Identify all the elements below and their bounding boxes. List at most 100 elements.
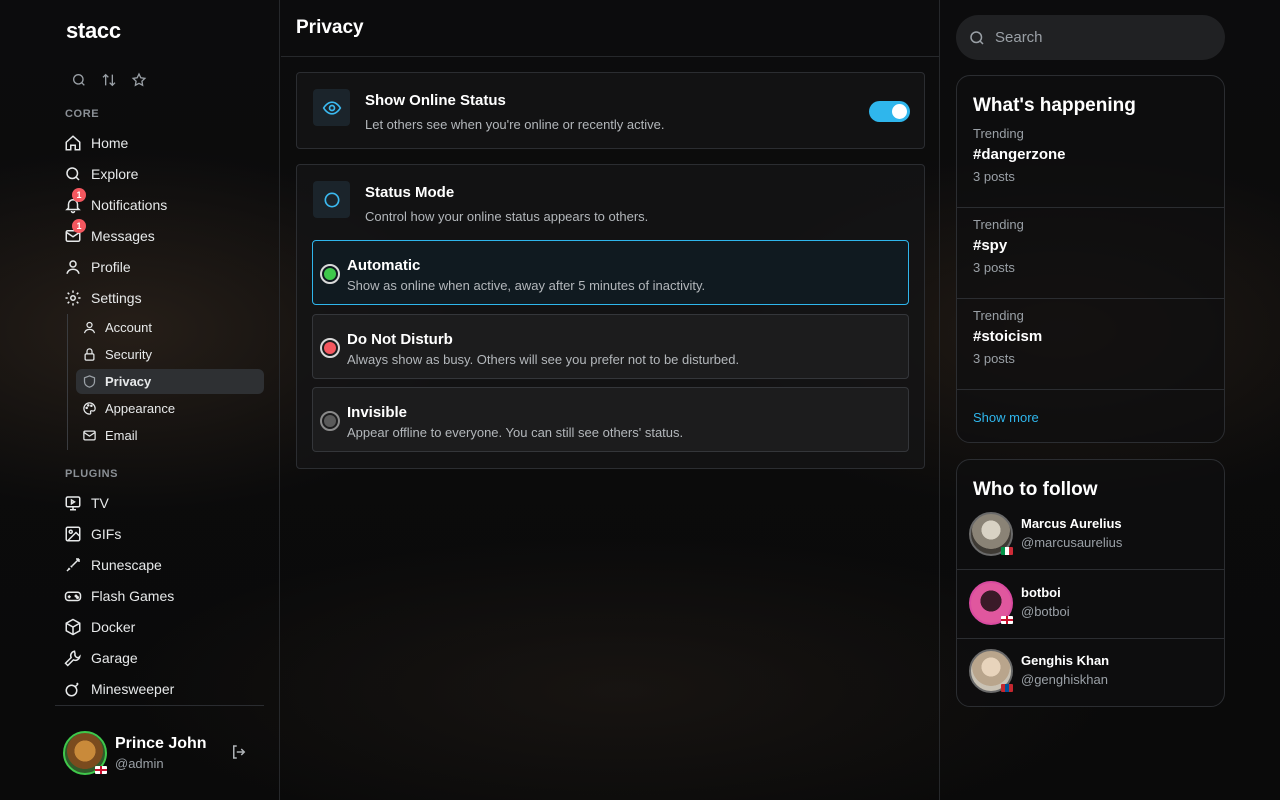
nav-item-runescape[interactable]: Runescape <box>64 552 162 578</box>
user-name: Prince John <box>115 735 207 752</box>
nav-label: Runescape <box>91 557 162 573</box>
avatar <box>969 581 1013 625</box>
image-icon <box>64 525 82 543</box>
nav-label: Minesweeper <box>91 681 175 697</box>
user-handle: @admin <box>115 756 164 771</box>
uk-flag-icon <box>1001 616 1013 624</box>
nav-item-home[interactable]: Home <box>64 130 128 156</box>
settings-item-email[interactable]: Email <box>76 423 264 448</box>
option-title: Automatic <box>347 257 421 274</box>
nav-item-flash-games[interactable]: Flash Games <box>64 583 174 609</box>
trend-label: Trending <box>973 126 1024 141</box>
user-icon <box>82 320 97 335</box>
nav-label: Messages <box>91 228 155 244</box>
nav-item-notifications[interactable]: 1 Notifications <box>64 188 168 218</box>
trend-count: 3 posts <box>973 351 1015 366</box>
wrench-icon <box>64 649 82 667</box>
nav-item-minesweeper[interactable]: Minesweeper <box>64 676 174 702</box>
search-icon <box>968 29 986 47</box>
mongolia-flag-icon <box>1001 684 1013 692</box>
follow-item[interactable]: botboi @botboi <box>957 571 1224 639</box>
trend-label: Trending <box>973 217 1024 232</box>
follow-name: Genghis Khan <box>1021 653 1110 668</box>
sort-icon[interactable] <box>100 71 117 88</box>
sidebar-toolbar <box>70 71 147 88</box>
option-description: Always show as busy. Others will see you… <box>347 352 740 367</box>
left-sidebar: stacc CORE Home Explore 1 Notifications <box>0 0 280 800</box>
settings-item-label: Appearance <box>105 401 176 416</box>
nav-item-garage[interactable]: Garage <box>64 645 138 671</box>
nav-item-settings[interactable]: Settings <box>64 285 142 311</box>
star-icon[interactable] <box>130 71 147 88</box>
trend-tag: #dangerzone <box>973 146 1066 163</box>
status-mode-description: Control how your online status appears t… <box>365 209 649 224</box>
search-icon[interactable] <box>70 71 87 88</box>
settings-item-security[interactable]: Security <box>76 342 264 367</box>
gear-icon <box>64 289 82 307</box>
settings-item-account[interactable]: Account <box>76 315 264 340</box>
app-logo[interactable]: stacc <box>66 18 121 44</box>
toggle-knob <box>892 104 907 119</box>
nav-label: Flash Games <box>91 588 175 604</box>
trend-item[interactable]: Trending #dangerzone 3 posts <box>957 117 1224 208</box>
trend-item[interactable]: Trending #stoicism 3 posts <box>957 299 1224 390</box>
circle-icon <box>313 181 350 218</box>
radio <box>320 411 340 431</box>
trend-count: 3 posts <box>973 169 1015 184</box>
sword-icon <box>64 556 82 574</box>
uk-flag-icon <box>95 766 107 774</box>
search-bar[interactable] <box>956 15 1225 60</box>
settings-item-appearance[interactable]: Appearance <box>76 396 264 421</box>
nav-item-explore[interactable]: Explore <box>64 161 138 187</box>
nav-item-docker[interactable]: Docker <box>64 614 135 640</box>
status-option-invisible[interactable]: Invisible Appear offline to everyone. Yo… <box>312 387 909 452</box>
nav-label: Garage <box>91 650 138 666</box>
follow-handle: @marcusaurelius <box>1021 535 1123 550</box>
follow-item[interactable]: Marcus Aurelius @marcusaurelius <box>957 502 1224 570</box>
sidebar-divider <box>55 705 264 706</box>
title-divider <box>281 56 940 57</box>
status-option-do-not-disturb[interactable]: Do Not Disturb Always show as busy. Othe… <box>312 314 909 379</box>
follow-item[interactable]: Genghis Khan @genghiskhan <box>957 639 1224 706</box>
follow-handle: @botboi <box>1021 604 1070 619</box>
avatar <box>969 649 1013 693</box>
logout-icon[interactable] <box>230 743 248 761</box>
mail-icon <box>82 428 97 443</box>
nav-item-gifs[interactable]: GIFs <box>64 521 121 547</box>
settings-item-label: Account <box>105 320 152 335</box>
tv-icon <box>64 494 82 512</box>
online-status-toggle[interactable] <box>869 101 910 122</box>
search-input[interactable] <box>995 29 1215 46</box>
trend-tag: #spy <box>973 237 1008 254</box>
nav-label: Explore <box>91 166 139 182</box>
settings-item-label: Security <box>105 347 152 362</box>
follow-handle: @genghiskhan <box>1021 672 1108 687</box>
palette-icon <box>82 401 97 416</box>
option-description: Show as online when active, away after 5… <box>347 278 706 293</box>
show-more-link[interactable]: Show more <box>973 410 1039 425</box>
online-status-title: Show Online Status <box>365 92 506 109</box>
nav-label: GIFs <box>91 526 122 542</box>
status-option-automatic[interactable]: Automatic Show as online when active, aw… <box>312 240 909 305</box>
avatar <box>969 512 1013 556</box>
current-user[interactable]: Prince John @admin <box>63 731 207 775</box>
nav-item-messages[interactable]: 1 Messages <box>64 219 155 249</box>
notification-badge: 1 <box>72 188 86 202</box>
gamepad-icon <box>64 587 82 605</box>
settings-item-label: Email <box>105 428 138 443</box>
nav-item-profile[interactable]: Profile <box>64 254 131 280</box>
follow-name: botboi <box>1021 585 1061 600</box>
trend-label: Trending <box>973 308 1024 323</box>
section-label-plugins: PLUGINS <box>65 468 119 480</box>
nav-label: Notifications <box>91 197 168 213</box>
settings-item-privacy[interactable]: Privacy <box>76 369 264 394</box>
avatar <box>63 731 107 775</box>
shield-icon <box>82 374 97 389</box>
trend-count: 3 posts <box>973 260 1015 275</box>
nav-item-tv[interactable]: TV <box>64 490 109 516</box>
option-description: Appear offline to everyone. You can stil… <box>347 425 684 440</box>
follow-name: Marcus Aurelius <box>1021 516 1122 531</box>
trend-item[interactable]: Trending #spy 3 posts <box>957 208 1224 299</box>
nav-label: Profile <box>91 259 131 275</box>
settings-submenu-line <box>67 314 68 450</box>
